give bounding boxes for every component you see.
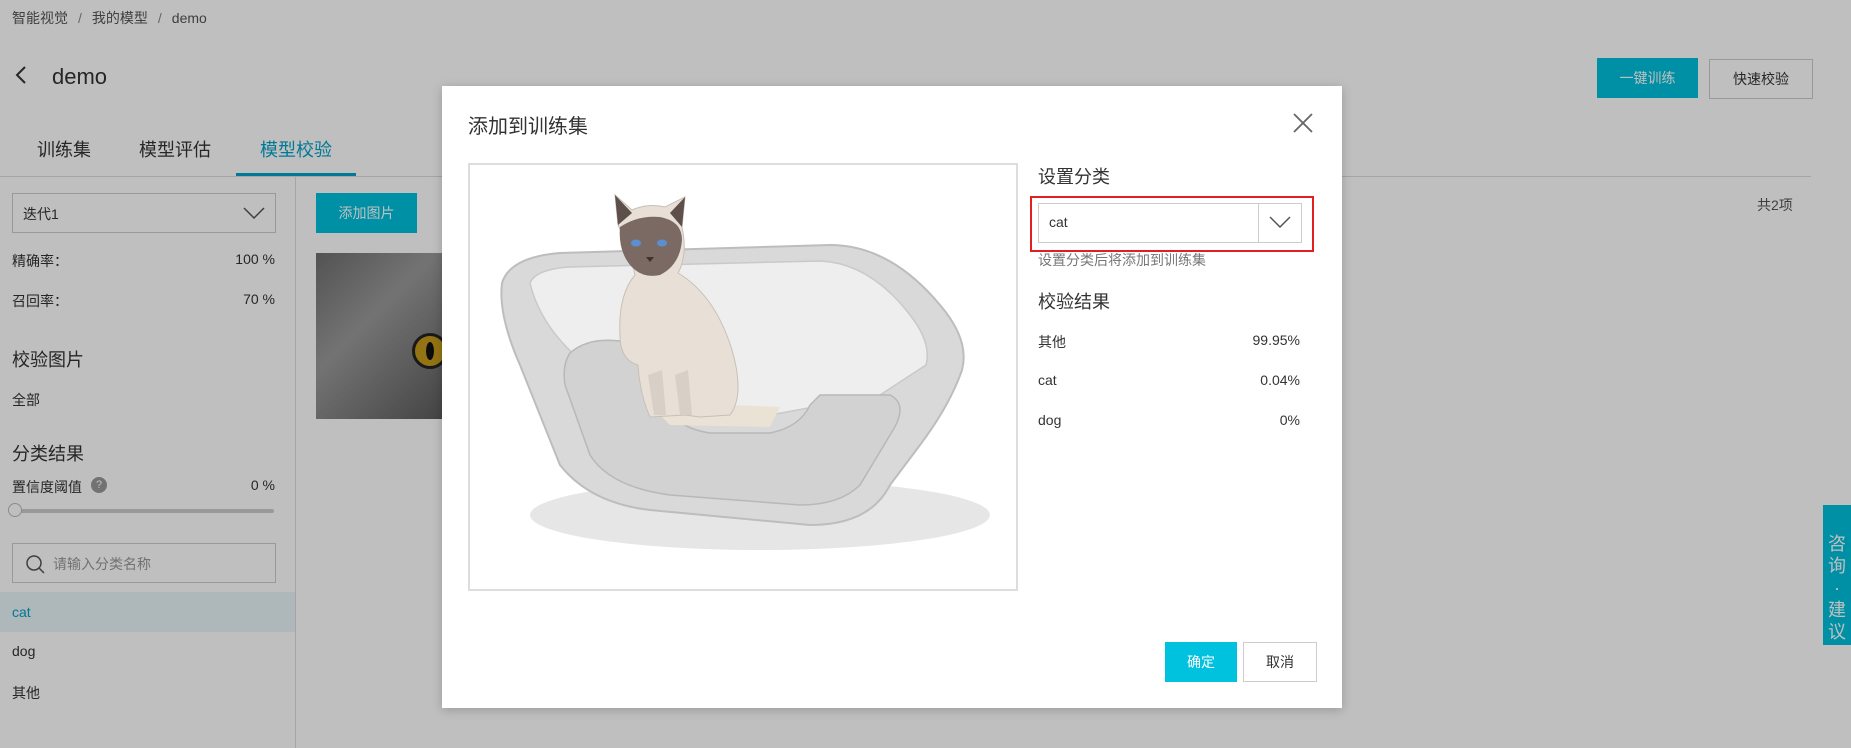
set-class-title: 设置分类 xyxy=(1038,167,1110,187)
result-label-dog: dog xyxy=(1038,412,1062,428)
result-value-other: 99.95% xyxy=(1252,332,1300,348)
dialog-title: 添加到训练集 xyxy=(468,116,588,138)
cancel-button[interactable]: 取消 xyxy=(1243,642,1317,682)
chevron-down-icon xyxy=(1269,216,1291,228)
check-result-title: 校验结果 xyxy=(1038,292,1110,312)
class-select[interactable]: cat xyxy=(1038,203,1302,243)
result-label-other: 其他 xyxy=(1038,334,1066,350)
confirm-button[interactable]: 确定 xyxy=(1165,642,1237,682)
result-label-cat: cat xyxy=(1038,372,1057,388)
result-value-cat: 0.04% xyxy=(1260,372,1300,388)
add-to-training-set-dialog: 添加到训练集 设置分类 cat 设置分类后将添加到训练集 校验结果 其他 99.… xyxy=(442,86,1342,708)
result-value-dog: 0% xyxy=(1279,412,1300,428)
close-icon[interactable] xyxy=(1292,112,1314,134)
cat-in-litter-box-image xyxy=(500,193,990,550)
class-select-value: cat xyxy=(1049,214,1068,230)
preview-image xyxy=(468,163,1018,591)
set-class-hint: 设置分类后将添加到训练集 xyxy=(1038,252,1206,268)
class-select-toggle[interactable] xyxy=(1258,204,1301,242)
